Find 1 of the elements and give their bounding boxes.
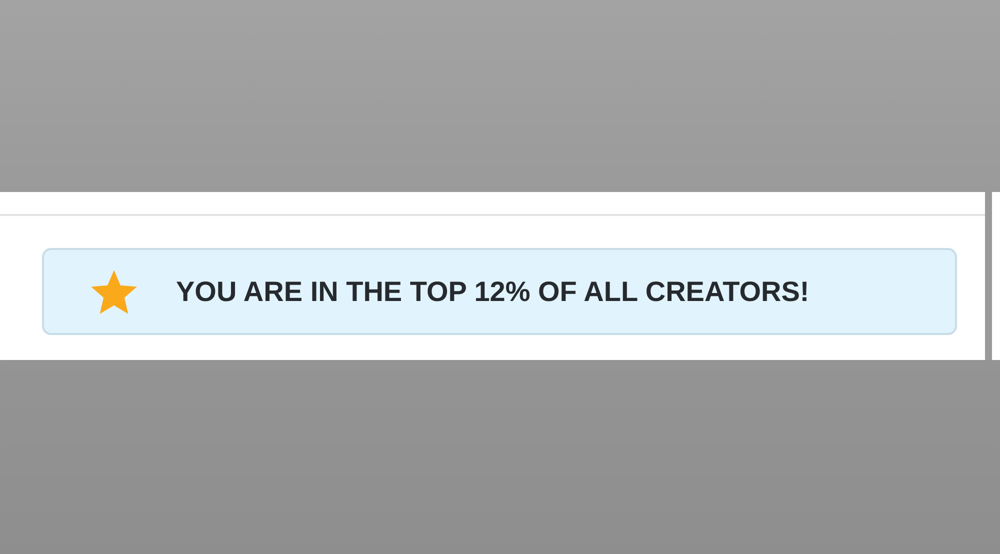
banner-text: YOU ARE IN THE TOP 12% OF ALL CREATORS! [176, 276, 810, 308]
